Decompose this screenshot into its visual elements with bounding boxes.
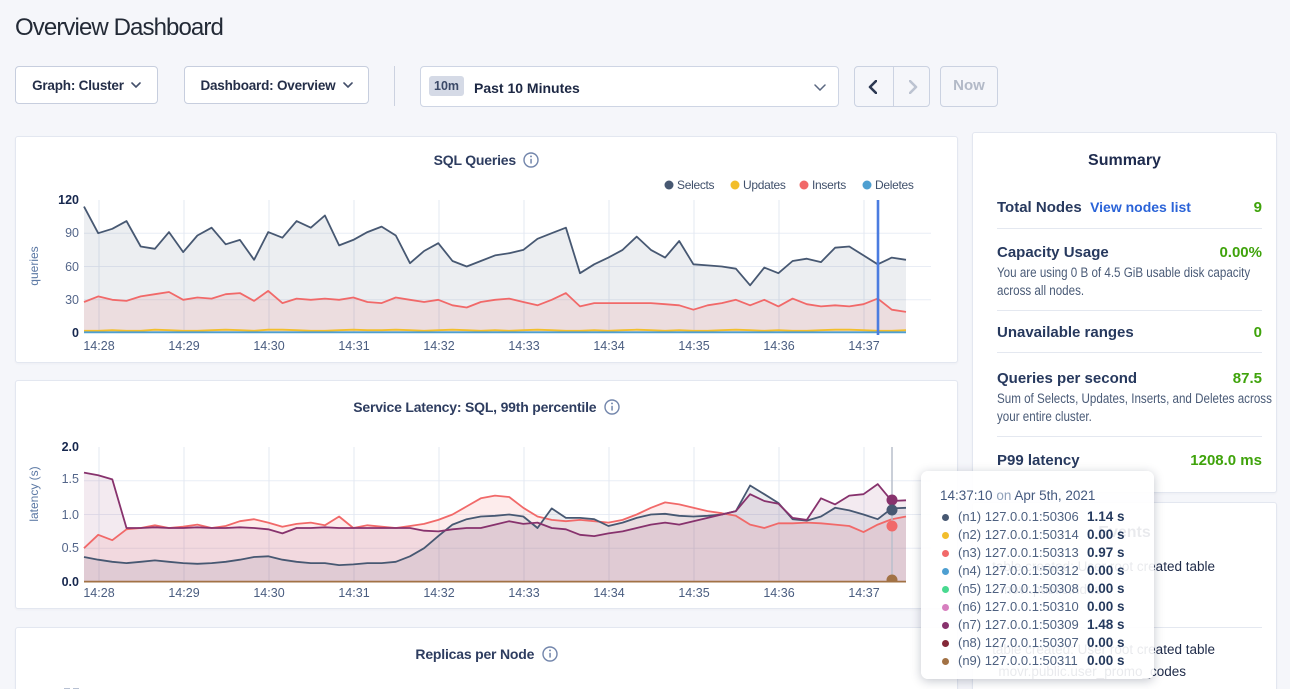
svg-text:14:35: 14:35: [678, 586, 709, 600]
svg-text:Updates: Updates: [743, 178, 786, 192]
svg-text:14:28: 14:28: [83, 586, 114, 600]
svg-text:1.0: 1.0: [62, 508, 79, 522]
svg-text:14:31: 14:31: [338, 339, 369, 353]
svg-text:14:34: 14:34: [593, 586, 624, 600]
svg-text:14:29: 14:29: [168, 339, 199, 353]
svg-text:60: 60: [65, 260, 79, 274]
svg-text:14:36: 14:36: [763, 339, 794, 353]
svg-text:14:37: 14:37: [848, 339, 879, 353]
svg-text:14:32: 14:32: [423, 586, 454, 600]
svg-text:14:30: 14:30: [253, 339, 284, 353]
svg-text:14:30: 14:30: [253, 586, 284, 600]
svg-text:0: 0: [72, 326, 79, 340]
svg-text:14:29: 14:29: [168, 586, 199, 600]
svg-text:30: 30: [65, 293, 79, 307]
svg-text:2.0: 2.0: [62, 440, 79, 454]
svg-text:14:36: 14:36: [763, 586, 794, 600]
svg-text:1.5: 1.5: [62, 472, 79, 486]
svg-text:120: 120: [58, 193, 79, 207]
svg-text:14:33: 14:33: [508, 339, 539, 353]
svg-text:14:35: 14:35: [678, 339, 709, 353]
svg-text:Selects: Selects: [677, 178, 715, 192]
svg-text:14:33: 14:33: [508, 586, 539, 600]
svg-text:queries: queries: [27, 246, 41, 285]
svg-text:14:37: 14:37: [848, 586, 879, 600]
svg-text:Deletes: Deletes: [875, 178, 914, 192]
svg-text:0.0: 0.0: [62, 575, 79, 589]
svg-text:Inserts: Inserts: [812, 178, 846, 192]
svg-text:latency (s): latency (s): [27, 466, 41, 521]
svg-text:14:28: 14:28: [83, 339, 114, 353]
svg-text:14:32: 14:32: [423, 339, 454, 353]
svg-text:90: 90: [65, 226, 79, 240]
svg-text:14:34: 14:34: [593, 339, 624, 353]
svg-text:14:31: 14:31: [338, 586, 369, 600]
svg-text:0.5: 0.5: [62, 541, 79, 555]
